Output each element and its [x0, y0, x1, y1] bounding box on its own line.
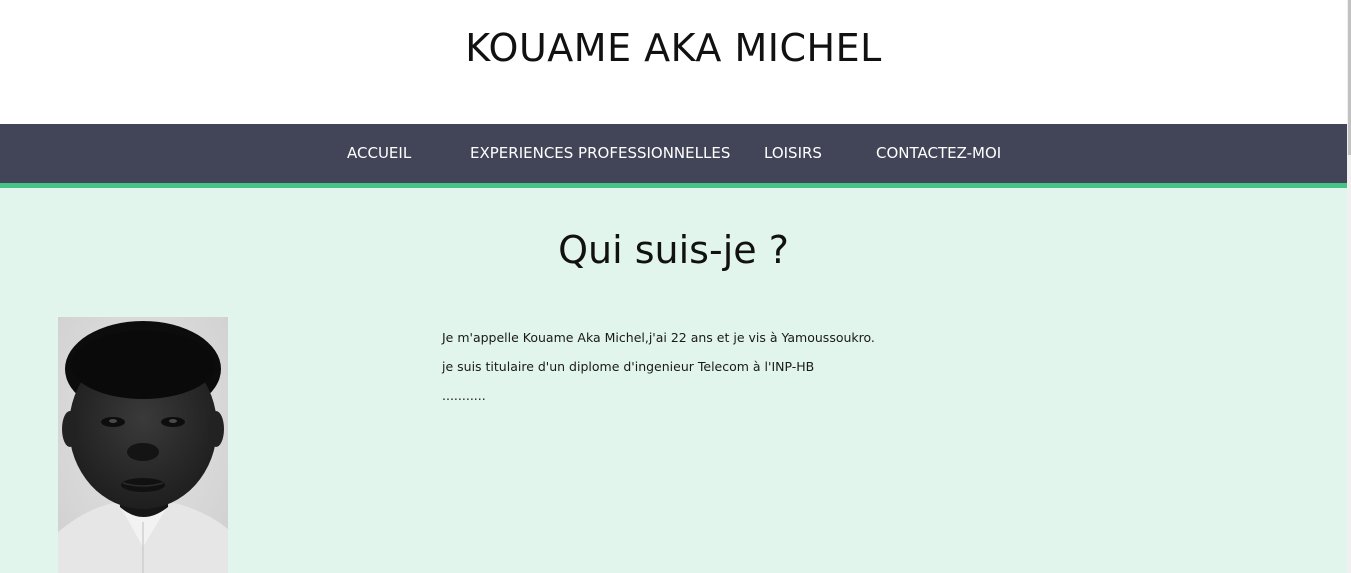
nav-list: ACCUEIL EXPERIENCES PROFESSIONNELLES LOI… [0, 124, 1347, 183]
about-section: Qui suis-je ? Je m'appelle Kouame Aka Mi… [0, 188, 1347, 573]
site-header: KOUAME AKA MICHEL [0, 0, 1347, 124]
bio-line: ........... [442, 388, 486, 403]
bio-line: Je m'appelle Kouame Aka Michel,j'ai 22 a… [442, 330, 875, 345]
nav-item-experiences[interactable]: EXPERIENCES PROFESSIONNELLES [470, 124, 730, 183]
section-title: Qui suis-je ? [558, 228, 789, 272]
page-scrollbar[interactable] [1347, 0, 1351, 573]
site-title: KOUAME AKA MICHEL [465, 26, 882, 70]
profile-photo [58, 317, 228, 573]
bio-text: Je m'appelle Kouame Aka Michel,j'ai 22 a… [442, 328, 1142, 415]
main-navbar: ACCUEIL EXPERIENCES PROFESSIONNELLES LOI… [0, 124, 1347, 188]
nav-item-contact[interactable]: CONTACTEZ-MOI [876, 124, 1001, 183]
bio-line: je suis titulaire d'un diplome d'ingenie… [442, 359, 815, 374]
page: KOUAME AKA MICHEL ACCUEIL EXPERIENCES PR… [0, 0, 1351, 573]
nav-item-accueil[interactable]: ACCUEIL [347, 124, 411, 183]
nav-item-loisirs[interactable]: LOISIRS [764, 124, 822, 183]
profile-photo-image [58, 317, 228, 573]
